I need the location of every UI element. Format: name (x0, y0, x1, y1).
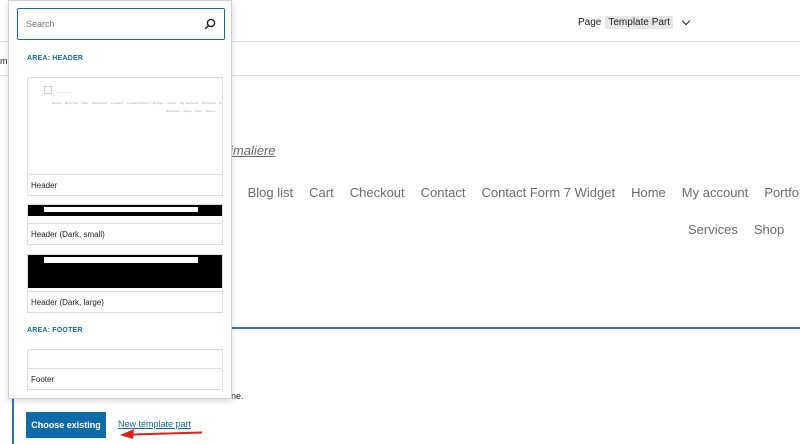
nav-item[interactable]: Contact (421, 185, 466, 200)
search-icon[interactable] (204, 18, 216, 30)
search-input[interactable] (26, 9, 196, 38)
nav-item[interactable]: Checkout (350, 185, 405, 200)
pattern-name: Footer (31, 374, 55, 384)
nav-item[interactable]: Services (688, 222, 738, 237)
nav-item[interactable]: My account (682, 185, 748, 200)
template-part-popover: AREA: HEADER ————— Home · Blog list · Ca… (8, 0, 232, 399)
nav-item[interactable]: Contact Form 7 Widget (481, 185, 615, 200)
placeholder-description: ne. (231, 391, 244, 401)
pattern-preview (28, 255, 222, 292)
logo-placeholder (44, 86, 52, 94)
nav-item[interactable]: Cart (309, 185, 334, 200)
nav-item[interactable]: Home (631, 185, 666, 200)
choose-existing-button[interactable]: Choose existing (26, 412, 106, 438)
pattern-header-dark-large[interactable]: Header (Dark, large) (27, 254, 223, 313)
pattern-preview: ————— Home · Blog list · Cart · Checkout… (28, 78, 222, 175)
pattern-header-dark-small[interactable]: Header (Dark, small) (27, 204, 223, 245)
mini-site-title: ————— (56, 90, 71, 94)
document-title[interactable]: Page Template Part (578, 16, 691, 29)
mini-nav: Home · Blog list · Cart · Checkout · Con… (52, 101, 222, 105)
area-header-label: AREA: HEADER (27, 55, 84, 62)
doc-type-label: Page (578, 17, 602, 28)
pattern-footer[interactable]: Footer (27, 349, 223, 390)
site-title[interactable]: imaliere (230, 143, 276, 158)
nav-item[interactable]: Portfolio (764, 185, 800, 200)
search-field[interactable] (17, 8, 225, 40)
nav-item[interactable]: Shop (754, 222, 784, 237)
pattern-preview (28, 205, 222, 224)
navigation-row-2: Services Shop T (688, 222, 800, 237)
nav-item[interactable]: Blog list (248, 185, 294, 200)
pattern-name: Header (31, 180, 58, 190)
navigation-row-1: t Blog list Cart Checkout Contact Contac… (228, 185, 800, 200)
placeholder-border-top (231, 327, 800, 329)
nav-strip (44, 207, 198, 212)
mini-nav: Services · Shop · Test · Test 1 (166, 109, 216, 113)
nav-strip (44, 257, 198, 263)
pattern-header[interactable]: ————— Home · Blog list · Cart · Checkout… (27, 77, 223, 196)
template-part-label: Template Part (605, 16, 674, 29)
pattern-preview (28, 350, 222, 369)
arrow-left-icon (120, 429, 203, 439)
area-footer-label: AREA: FOOTER (27, 327, 83, 334)
pattern-name: Header (Dark, small) (31, 229, 105, 239)
pattern-name: Header (Dark, large) (31, 297, 104, 307)
chevron-down-icon[interactable] (681, 16, 691, 26)
